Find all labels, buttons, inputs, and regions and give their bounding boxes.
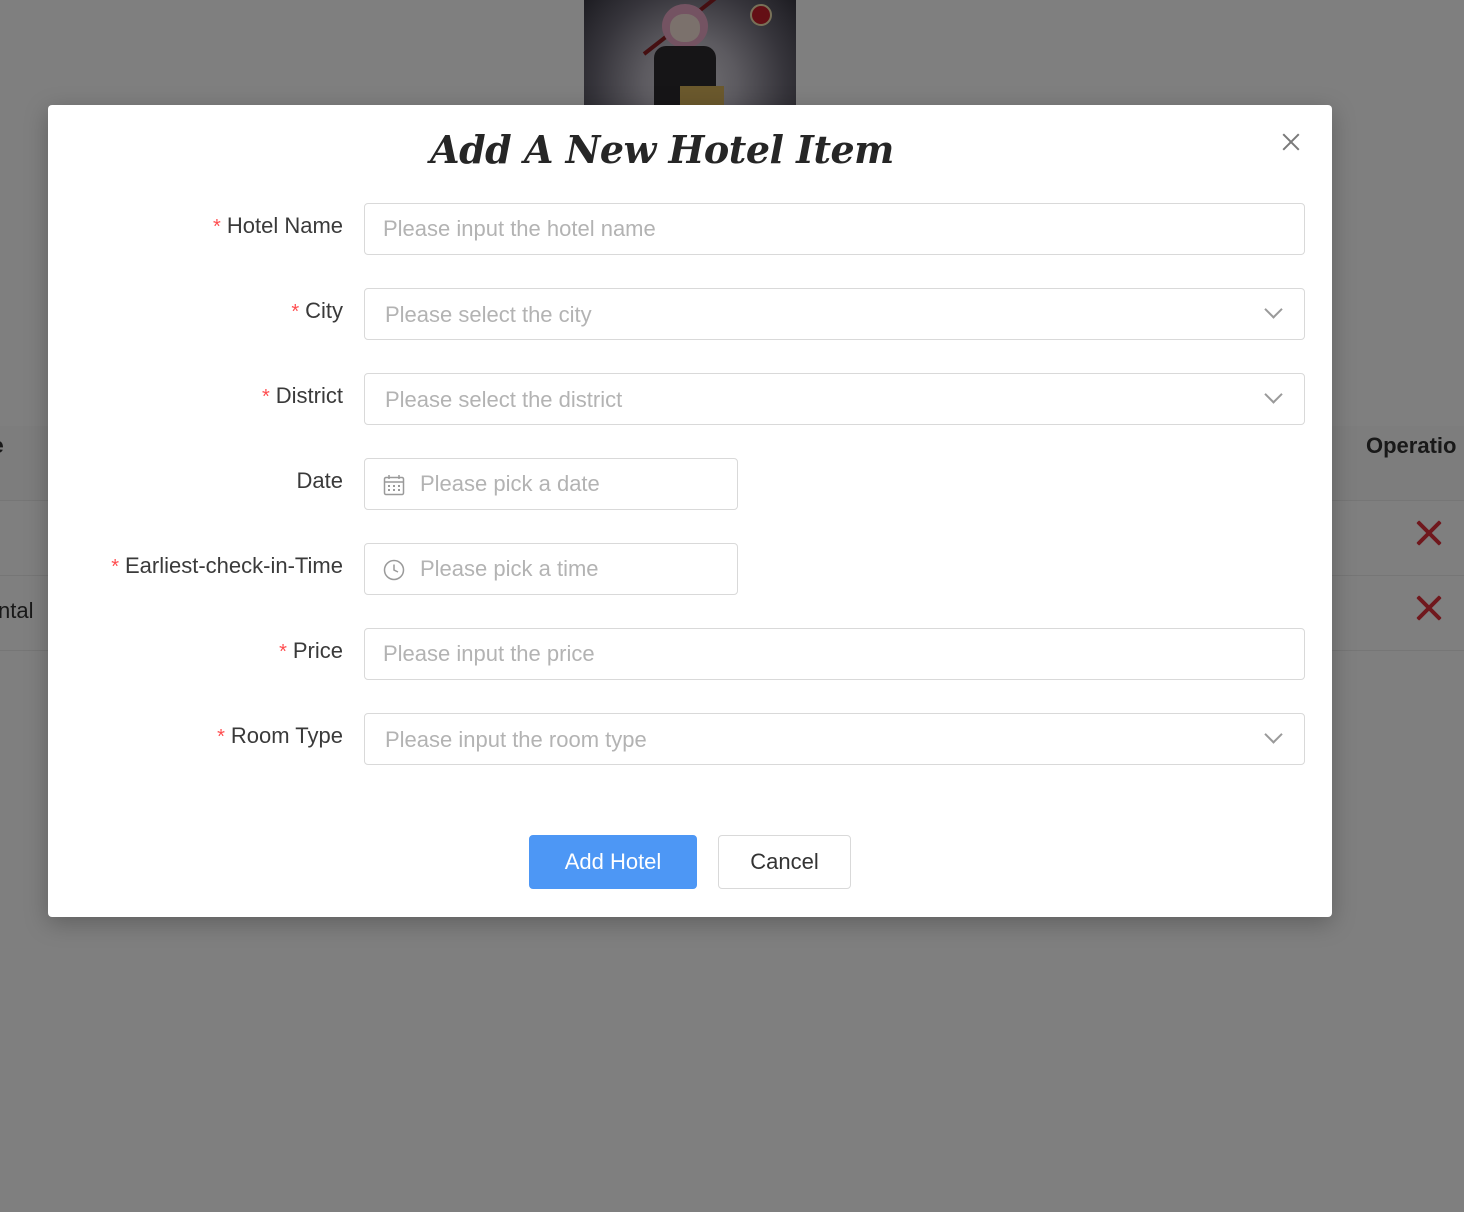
- price-label: * Price: [279, 638, 343, 663]
- time-input[interactable]: [365, 544, 737, 594]
- form-row-price: * Price: [48, 628, 1332, 684]
- hotel-name-label: * Hotel Name: [213, 213, 343, 238]
- required-mark: *: [111, 556, 119, 578]
- district-select[interactable]: Please select the district: [364, 373, 1305, 425]
- hotel-name-field[interactable]: [364, 203, 1305, 255]
- room-type-label: * Room Type: [217, 723, 343, 748]
- date-input[interactable]: [365, 459, 737, 509]
- modal-title: Add A New Hotel Item: [430, 127, 894, 172]
- chevron-down-icon: [1266, 305, 1280, 319]
- required-mark: *: [217, 726, 225, 748]
- city-select[interactable]: Please select the city: [364, 288, 1305, 340]
- required-mark: *: [291, 301, 300, 323]
- room-type-select-placeholder: Please input the room type: [385, 727, 647, 752]
- form-row-city: * City Please select the city: [48, 288, 1332, 344]
- add-hotel-modal: Add A New Hotel Item *Hotel Name *City P…: [48, 105, 1332, 917]
- form-row-date: Date: [48, 458, 1332, 514]
- time-picker[interactable]: [364, 543, 738, 595]
- date-picker[interactable]: [364, 458, 738, 510]
- price-input[interactable]: [365, 629, 1304, 679]
- close-icon[interactable]: [1278, 129, 1304, 155]
- room-type-select[interactable]: Please input the room type: [364, 713, 1305, 765]
- form-row-room-type: * Room Type Please input the room type: [48, 713, 1332, 769]
- city-label: * City: [291, 298, 343, 323]
- form-row-checkin-time: * Earliest-check-in-Time: [48, 543, 1332, 599]
- required-mark: *: [213, 216, 221, 238]
- required-mark: *: [261, 386, 270, 408]
- district-select-placeholder: Please select the district: [385, 387, 623, 412]
- form-row-hotel-name: * Hotel Name: [48, 203, 1332, 259]
- required-mark: *: [279, 641, 287, 663]
- form-row-district: * District Please select the district: [48, 373, 1332, 429]
- page: ne Operatio ntal Add A New Hotel Item *H…: [0, 0, 1464, 1212]
- cancel-button[interactable]: Cancel: [718, 835, 851, 889]
- chevron-down-icon: [1266, 730, 1280, 744]
- price-field[interactable]: [364, 628, 1305, 680]
- date-label: Date: [296, 468, 343, 493]
- add-hotel-button[interactable]: Add Hotel: [529, 835, 697, 889]
- city-select-placeholder: Please select the city: [385, 302, 592, 327]
- hotel-name-input[interactable]: [365, 204, 1304, 254]
- district-label: * District: [261, 383, 343, 408]
- chevron-down-icon: [1266, 390, 1280, 404]
- checkin-time-label: * Earliest-check-in-Time: [111, 553, 343, 578]
